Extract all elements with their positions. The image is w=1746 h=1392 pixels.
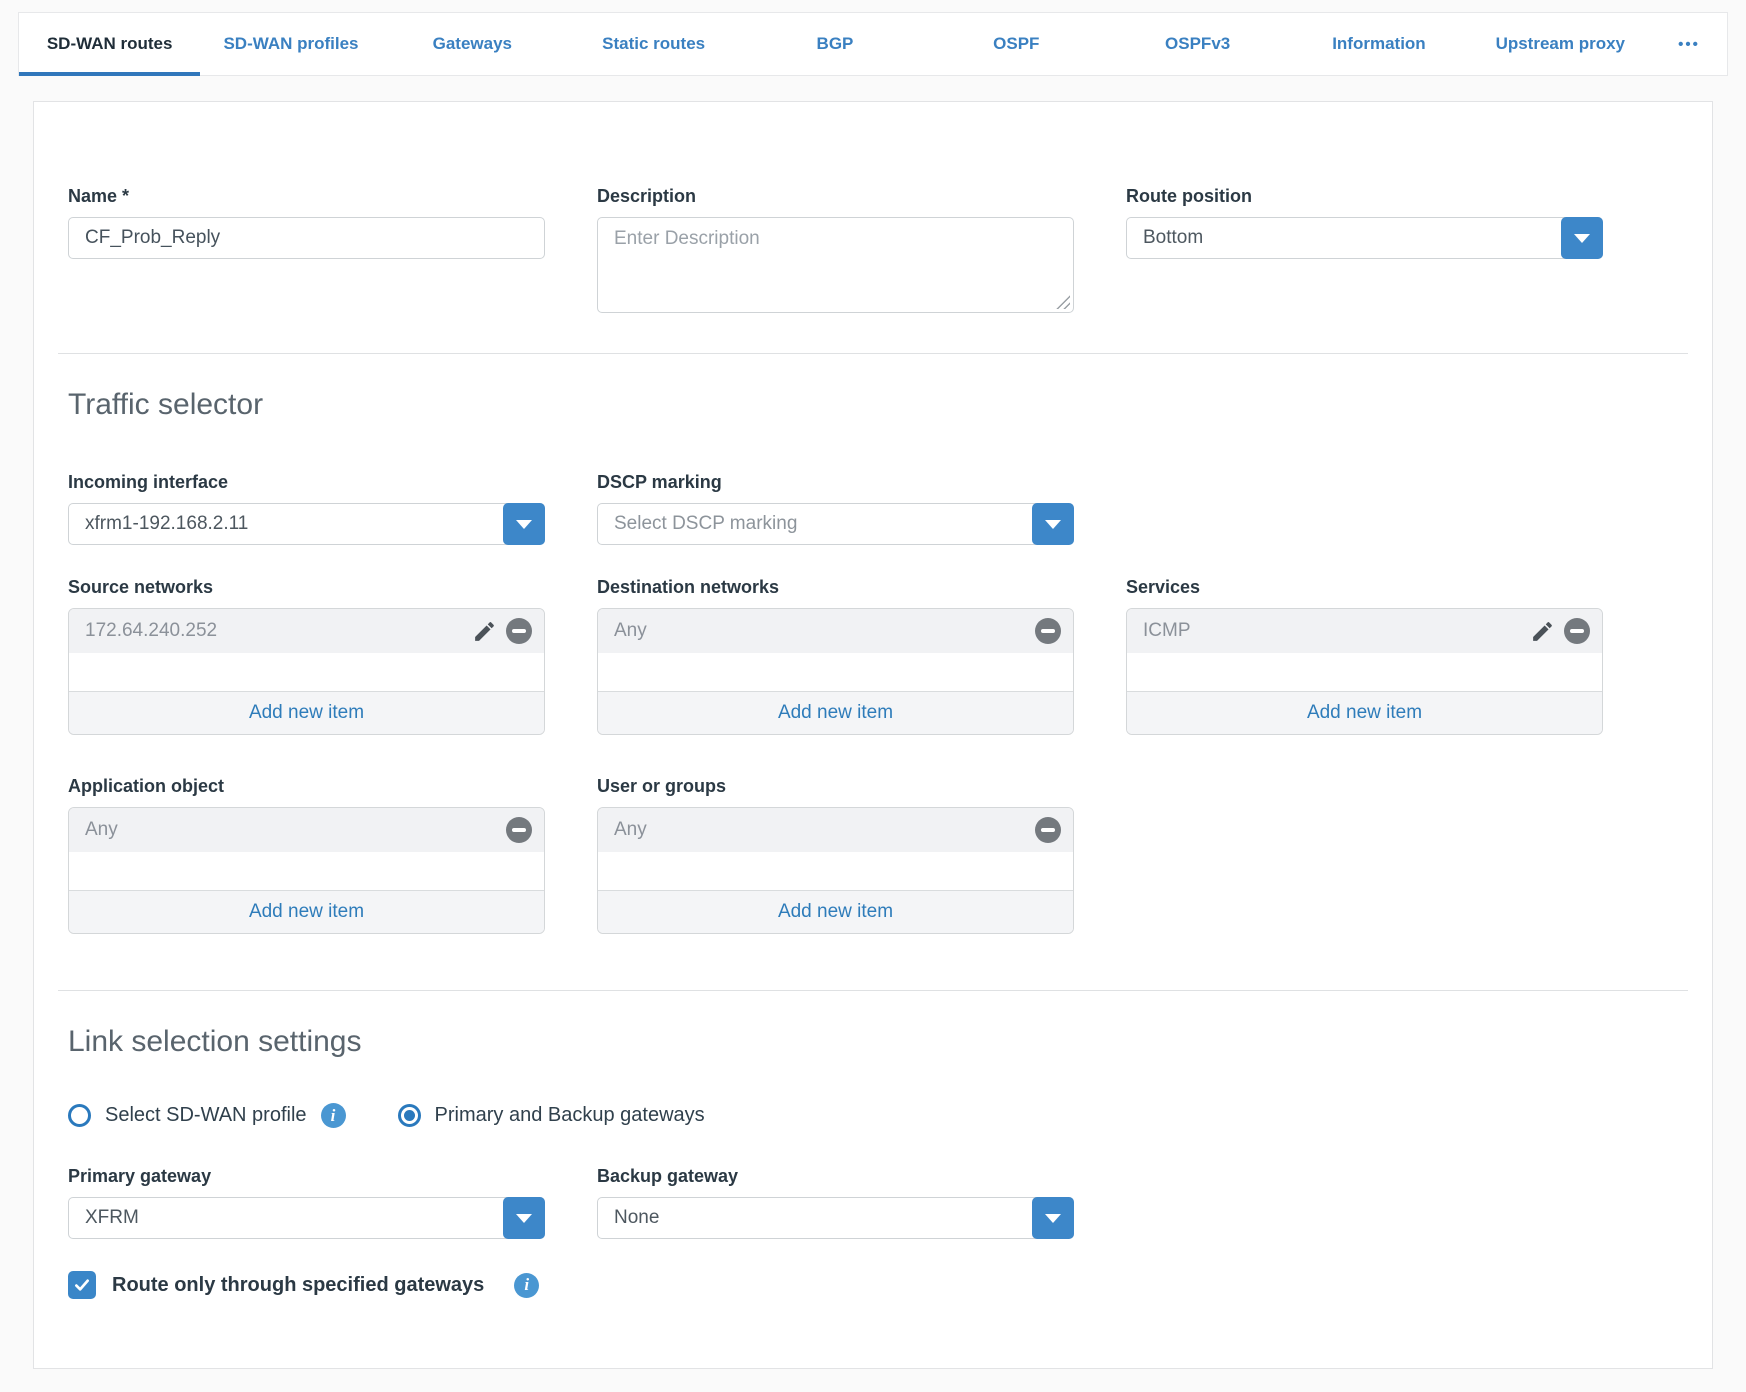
description-field-group: Description xyxy=(597,186,1074,313)
services-listbox: ICMP Add new item xyxy=(1126,608,1603,735)
add-new-item-button[interactable]: Add new item xyxy=(598,691,1073,734)
remove-icon[interactable] xyxy=(506,817,532,843)
list-empty-area xyxy=(1127,653,1602,691)
user-or-groups-group: User or groups Any Add new item xyxy=(597,776,1074,934)
primary-gateway-label: Primary gateway xyxy=(68,1166,545,1187)
add-new-item-button[interactable]: Add new item xyxy=(1127,691,1602,734)
info-icon[interactable]: i xyxy=(321,1103,346,1128)
backup-gateway-value: None xyxy=(598,1198,1032,1238)
list-item: Any xyxy=(69,808,544,852)
description-textarea[interactable] xyxy=(597,217,1074,313)
application-object-value: Any xyxy=(85,819,118,841)
route-only-checkbox-label: Route only through specified gateways xyxy=(112,1274,484,1297)
primary-gateway-value: XFRM xyxy=(69,1198,503,1238)
tab-bar: SD-WAN routes SD-WAN profiles Gateways S… xyxy=(18,12,1728,76)
primary-backup-radio-group: Primary and Backup gateways xyxy=(398,1104,705,1127)
name-input[interactable] xyxy=(68,217,545,259)
link-selection-heading: Link selection settings xyxy=(68,1025,1678,1059)
primary-backup-radio-label: Primary and Backup gateways xyxy=(435,1104,705,1127)
remove-icon[interactable] xyxy=(1035,817,1061,843)
backup-gateway-label: Backup gateway xyxy=(597,1166,1074,1187)
source-networks-listbox: 172.64.240.252 Add new item xyxy=(68,608,545,735)
user-or-groups-listbox: Any Add new item xyxy=(597,807,1074,934)
application-object-label: Application object xyxy=(68,776,545,797)
edit-icon[interactable] xyxy=(472,619,497,644)
info-icon[interactable]: i xyxy=(514,1273,539,1298)
edit-icon[interactable] xyxy=(1530,619,1555,644)
user-or-groups-label: User or groups xyxy=(597,776,1074,797)
route-only-checkbox[interactable] xyxy=(68,1271,96,1299)
incoming-interface-select[interactable]: xfrm1-192.168.2.11 xyxy=(68,503,545,545)
route-position-select[interactable]: Bottom xyxy=(1126,217,1603,259)
tab-static-routes[interactable]: Static routes xyxy=(563,13,744,75)
list-empty-area xyxy=(598,653,1073,691)
user-or-groups-value: Any xyxy=(614,819,647,841)
destination-networks-listbox: Any Add new item xyxy=(597,608,1074,735)
application-object-listbox: Any Add new item xyxy=(68,807,545,934)
route-position-label: Route position xyxy=(1126,186,1603,207)
primary-backup-radio[interactable] xyxy=(398,1104,421,1127)
list-empty-area xyxy=(69,653,544,691)
remove-icon[interactable] xyxy=(1035,618,1061,644)
tab-sdwan-routes[interactable]: SD-WAN routes xyxy=(19,13,200,75)
more-tabs-icon[interactable]: ••• xyxy=(1651,13,1727,75)
route-position-field-group: Route position Bottom xyxy=(1126,186,1603,259)
primary-gateway-group: Primary gateway XFRM xyxy=(68,1166,545,1239)
list-item: 172.64.240.252 xyxy=(69,609,544,653)
tab-upstream-proxy[interactable]: Upstream proxy xyxy=(1470,13,1651,75)
list-empty-area xyxy=(69,852,544,890)
services-group: Services ICMP Add new item xyxy=(1126,577,1603,735)
traffic-selector-heading: Traffic selector xyxy=(68,388,1678,422)
chevron-down-icon[interactable] xyxy=(503,503,545,545)
incoming-interface-value: xfrm1-192.168.2.11 xyxy=(69,504,503,544)
remove-icon[interactable] xyxy=(1564,618,1590,644)
list-item: Any xyxy=(598,609,1073,653)
dscp-marking-select[interactable]: Select DSCP marking xyxy=(597,503,1074,545)
service-value: ICMP xyxy=(1143,620,1191,642)
add-new-item-button[interactable]: Add new item xyxy=(69,890,544,933)
add-new-item-button[interactable]: Add new item xyxy=(598,890,1073,933)
tab-ospfv3[interactable]: OSPFv3 xyxy=(1107,13,1288,75)
dscp-marking-label: DSCP marking xyxy=(597,472,1074,493)
tab-gateways[interactable]: Gateways xyxy=(382,13,563,75)
destination-networks-label: Destination networks xyxy=(597,577,1074,598)
source-network-value: 172.64.240.252 xyxy=(85,620,217,642)
list-item: ICMP xyxy=(1127,609,1602,653)
incoming-interface-group: Incoming interface xfrm1-192.168.2.11 xyxy=(68,472,545,545)
dscp-marking-placeholder: Select DSCP marking xyxy=(598,504,1032,544)
add-new-item-button[interactable]: Add new item xyxy=(69,691,544,734)
destination-network-value: Any xyxy=(614,620,647,642)
dscp-marking-group: DSCP marking Select DSCP marking xyxy=(597,472,1074,545)
route-form-card: Name * Description Route position Bottom… xyxy=(33,101,1713,1369)
name-field-group: Name * xyxy=(68,186,545,259)
services-label: Services xyxy=(1126,577,1603,598)
application-object-group: Application object Any Add new item xyxy=(68,776,545,934)
name-label: Name * xyxy=(68,186,545,207)
sdwan-profile-radio[interactable] xyxy=(68,1104,91,1127)
list-empty-area xyxy=(598,852,1073,890)
chevron-down-icon[interactable] xyxy=(1032,503,1074,545)
tab-bgp[interactable]: BGP xyxy=(744,13,925,75)
section-divider xyxy=(58,353,1688,354)
chevron-down-icon[interactable] xyxy=(503,1197,545,1239)
chevron-down-icon[interactable] xyxy=(1032,1197,1074,1239)
list-item: Any xyxy=(598,808,1073,852)
backup-gateway-select[interactable]: None xyxy=(597,1197,1074,1239)
source-networks-group: Source networks 172.64.240.252 Add new i… xyxy=(68,577,545,735)
tab-information[interactable]: Information xyxy=(1288,13,1469,75)
destination-networks-group: Destination networks Any Add new item xyxy=(597,577,1074,735)
tab-ospf[interactable]: OSPF xyxy=(926,13,1107,75)
sdwan-profile-radio-group: Select SD-WAN profile i xyxy=(68,1103,346,1128)
source-networks-label: Source networks xyxy=(68,577,545,598)
description-label: Description xyxy=(597,186,1074,207)
remove-icon[interactable] xyxy=(506,618,532,644)
chevron-down-icon[interactable] xyxy=(1561,217,1603,259)
incoming-interface-label: Incoming interface xyxy=(68,472,545,493)
route-position-value: Bottom xyxy=(1127,218,1561,258)
sdwan-profile-radio-label: Select SD-WAN profile xyxy=(105,1104,307,1127)
primary-gateway-select[interactable]: XFRM xyxy=(68,1197,545,1239)
tab-sdwan-profiles[interactable]: SD-WAN profiles xyxy=(200,13,381,75)
section-divider xyxy=(58,990,1688,991)
backup-gateway-group: Backup gateway None xyxy=(597,1166,1074,1239)
